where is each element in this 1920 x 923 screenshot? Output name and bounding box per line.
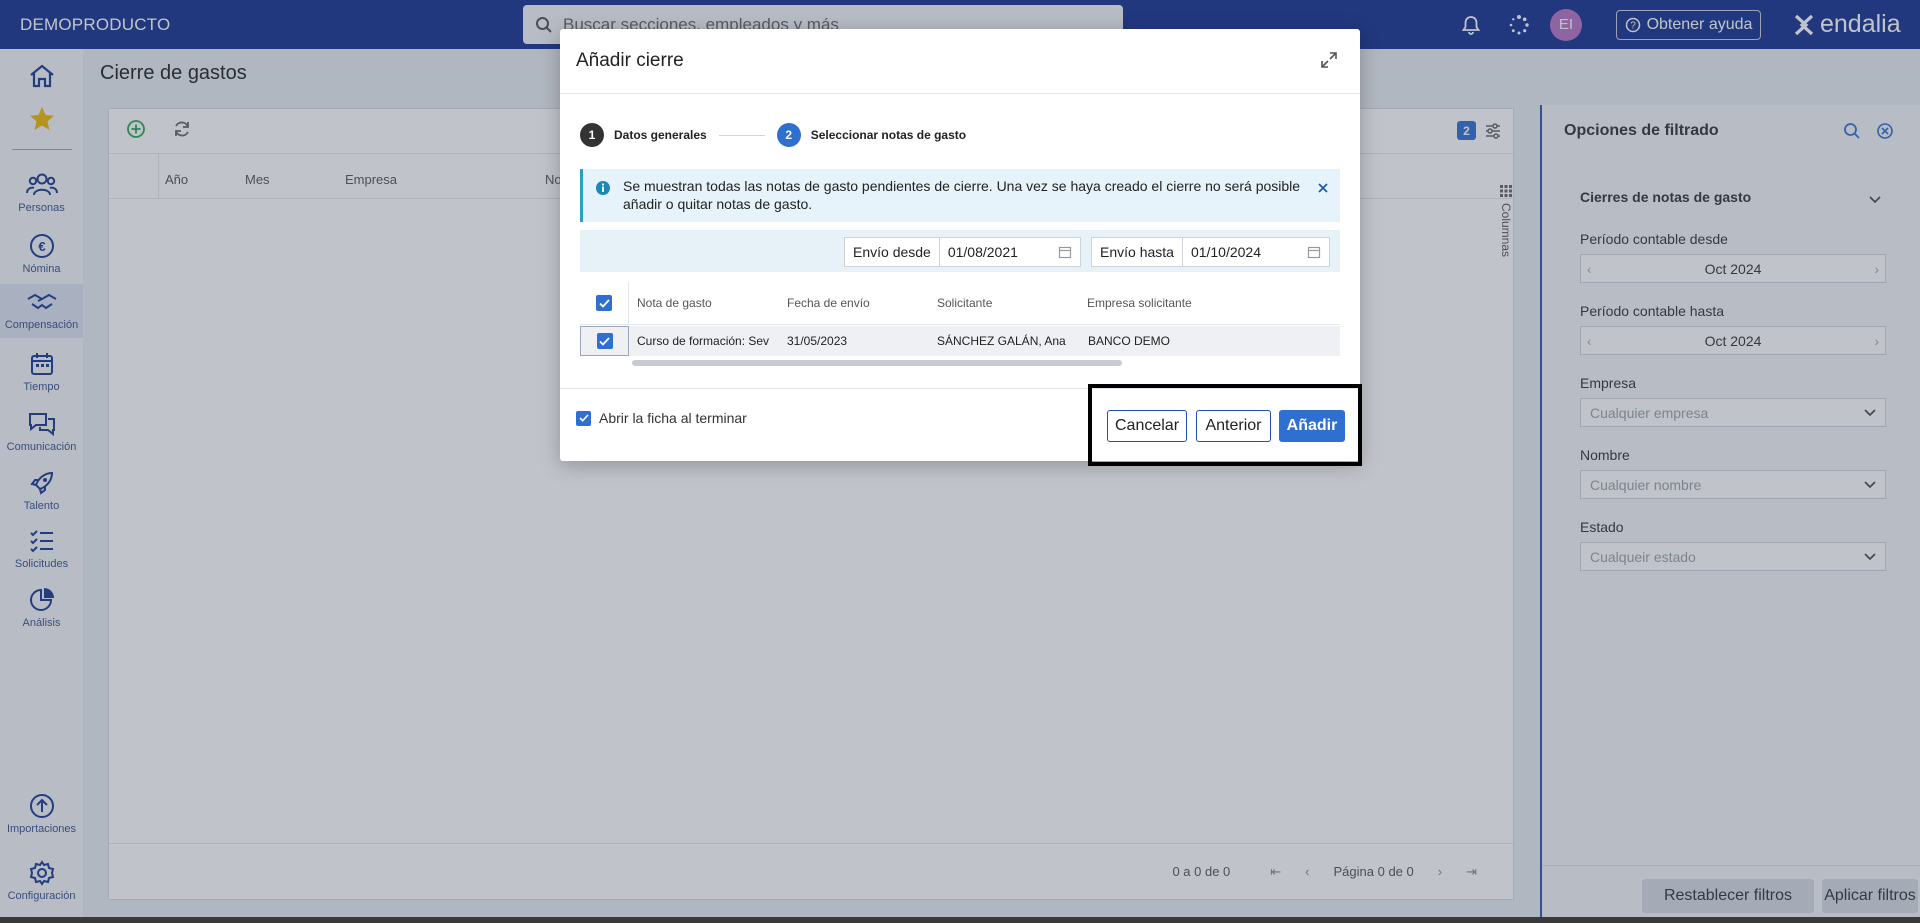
open-on-finish-option[interactable]: Abrir la ficha al terminar <box>576 410 747 426</box>
select-all-cell <box>580 282 629 324</box>
date-filter-bar: Envío desde 01/08/2021 Envío hasta 01/10… <box>580 230 1340 272</box>
date-to-input[interactable]: 01/10/2024 <box>1183 238 1329 266</box>
row-date: 31/05/2023 <box>787 334 848 348</box>
open-on-finish-label: Abrir la ficha al terminar <box>599 410 747 426</box>
horizontal-scrollbar[interactable] <box>632 360 1122 366</box>
grid-header: Nota de gasto Fecha de envío Solicitante… <box>580 282 1340 325</box>
calendar-icon[interactable] <box>1058 245 1072 259</box>
step-1-number: 1 <box>580 123 604 147</box>
select-all-checkbox[interactable] <box>596 295 612 311</box>
date-to-group: Envío hasta 01/10/2024 <box>1091 237 1330 267</box>
column-header-date[interactable]: Fecha de envío <box>787 282 907 324</box>
info-text: Se muestran todas las notas de gasto pen… <box>623 178 1301 212</box>
date-from-value: 01/08/2021 <box>947 244 1018 260</box>
step-connector <box>718 134 765 136</box>
open-on-finish-checkbox[interactable] <box>576 410 591 426</box>
expense-notes-grid: Nota de gasto Fecha de envío Solicitante… <box>580 282 1340 372</box>
step-2-number: 2 <box>776 123 801 147</box>
date-from-input[interactable]: 01/08/2021 <box>940 238 1080 266</box>
date-to-value: 01/10/2024 <box>1190 244 1262 260</box>
column-header-note[interactable]: Nota de gasto <box>637 282 757 324</box>
info-icon <box>595 180 611 199</box>
row-requester: SÁNCHEZ GALÁN, Ana <box>937 334 1066 348</box>
table-row[interactable]: Curso de formación: Sev 31/05/2023 SÁNCH… <box>580 326 1340 356</box>
row-requester-company: BANCO DEMO <box>1088 334 1171 348</box>
dialog-title: Añadir cierre <box>576 50 684 71</box>
column-header-requester[interactable]: Solicitante <box>937 282 1057 324</box>
step-1-label[interactable]: Datos generales <box>614 128 707 142</box>
step-2-label[interactable]: Seleccionar notas de gasto <box>811 128 966 142</box>
date-to-label: Envío hasta <box>1092 238 1183 266</box>
focus-highlight-box <box>1088 384 1362 466</box>
calendar-icon[interactable] <box>1307 245 1321 259</box>
row-checkbox[interactable] <box>596 333 613 349</box>
dialog-header-divider <box>560 93 1360 94</box>
date-from-group: Envío desde 01/08/2021 <box>844 237 1081 267</box>
close-icon[interactable] <box>1316 181 1330 198</box>
info-banner: Se muestran todas las notas de gasto pen… <box>580 169 1340 222</box>
wizard-steps: 1 Datos generales 2 Seleccionar notas de… <box>580 123 966 147</box>
bottom-strip <box>0 917 1920 923</box>
date-from-label: Envío desde <box>845 238 940 266</box>
expand-icon[interactable] <box>1320 51 1338 74</box>
row-note: Curso de formación: Sev <box>637 334 770 348</box>
column-header-requester-company[interactable]: Empresa solicitante <box>1087 282 1247 324</box>
row-select-cell <box>580 326 629 356</box>
